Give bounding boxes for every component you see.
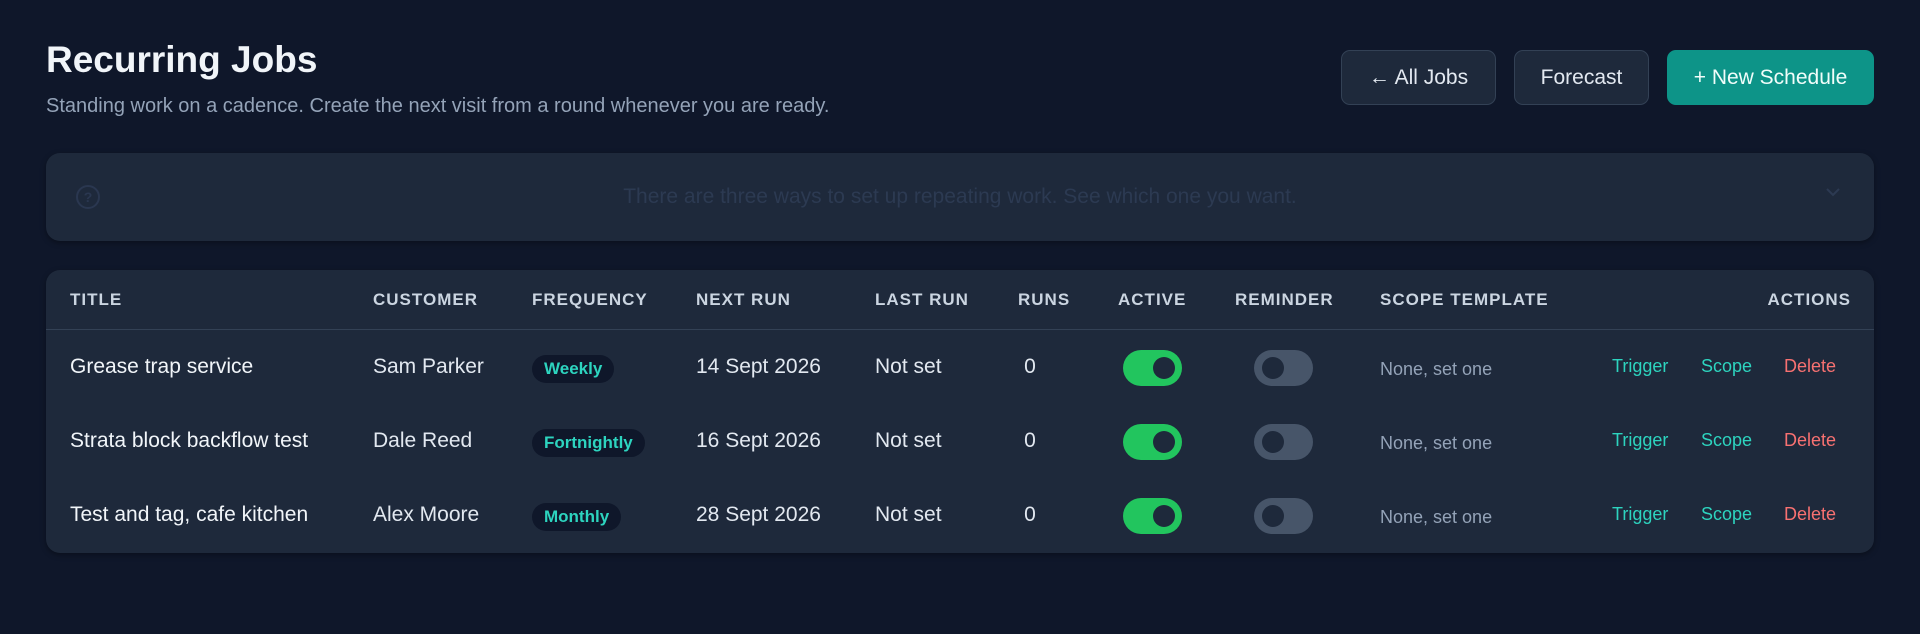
- info-banner[interactable]: ? There are three ways to set up repeati…: [46, 153, 1874, 241]
- reminder-toggle[interactable]: [1254, 350, 1313, 386]
- frequency-badge: Weekly: [532, 355, 615, 383]
- trigger-button[interactable]: Trigger: [1612, 504, 1668, 525]
- chevron-down-icon[interactable]: [1824, 183, 1842, 201]
- delete-button[interactable]: Delete: [1784, 504, 1836, 525]
- forecast-button[interactable]: Forecast: [1514, 50, 1649, 105]
- column-header-title: Title: [70, 290, 123, 309]
- toggle-knob: [1153, 431, 1175, 453]
- toggle-knob: [1262, 431, 1284, 453]
- job-title: Grease trap service: [70, 355, 254, 378]
- table-row: Strata block backflow test Dale Reed For…: [46, 404, 1874, 478]
- column-header-actions: Actions: [1767, 290, 1851, 309]
- scope-button[interactable]: Scope: [1701, 356, 1752, 377]
- runs-count: 0: [1024, 355, 1036, 378]
- page-header: Recurring Jobs Standing work on a cadenc…: [46, 38, 1874, 118]
- delete-button[interactable]: Delete: [1784, 430, 1836, 451]
- scope-template-value: None, set one: [1380, 507, 1493, 527]
- job-title: Strata block backflow test: [70, 429, 309, 452]
- scope-template-value: None, set one: [1380, 359, 1493, 379]
- toggle-knob: [1262, 357, 1284, 379]
- scope-button[interactable]: Scope: [1701, 504, 1752, 525]
- customer-name: Alex Moore: [373, 503, 480, 526]
- next-run-date: 14 Sept 2026: [696, 355, 821, 378]
- column-header-customer: Customer: [373, 290, 478, 309]
- customer-name: Dale Reed: [373, 429, 473, 452]
- column-header-runs: Runs: [1018, 290, 1071, 309]
- column-header-reminder: Reminder: [1235, 290, 1334, 309]
- last-run-date: Not set: [875, 429, 942, 452]
- next-run-date: 28 Sept 2026: [696, 503, 821, 526]
- trigger-button[interactable]: Trigger: [1612, 356, 1668, 377]
- job-title: Test and tag, cafe kitchen: [70, 503, 309, 526]
- frequency-badge: Monthly: [532, 503, 622, 531]
- delete-button[interactable]: Delete: [1784, 356, 1836, 377]
- info-banner-text: There are three ways to set up repeating…: [623, 185, 1297, 208]
- next-run-date: 16 Sept 2026: [696, 429, 821, 452]
- frequency-badge: Fortnightly: [532, 429, 645, 457]
- column-header-last-run: Last Run: [875, 290, 969, 309]
- recurring-jobs-table: Title Customer Frequency Next Run Last R…: [46, 270, 1874, 553]
- trigger-button[interactable]: Trigger: [1612, 430, 1668, 451]
- customer-name: Sam Parker: [373, 355, 484, 378]
- header-actions: ← All Jobs Forecast + New Schedule: [1341, 50, 1874, 105]
- last-run-date: Not set: [875, 503, 942, 526]
- toggle-knob: [1262, 505, 1284, 527]
- table-row: Grease trap service Sam Parker Weekly 14…: [46, 330, 1874, 404]
- toggle-knob: [1153, 505, 1175, 527]
- scope-template-value: None, set one: [1380, 433, 1493, 453]
- runs-count: 0: [1024, 503, 1036, 526]
- column-header-active: Active: [1118, 290, 1187, 309]
- column-header-next-run: Next Run: [696, 290, 791, 309]
- reminder-toggle[interactable]: [1254, 498, 1313, 534]
- last-run-date: Not set: [875, 355, 942, 378]
- table-row: Test and tag, cafe kitchen Alex Moore Mo…: [46, 478, 1874, 552]
- table-header: Title Customer Frequency Next Run Last R…: [46, 270, 1874, 330]
- all-jobs-button[interactable]: ← All Jobs: [1341, 50, 1496, 105]
- scope-button[interactable]: Scope: [1701, 430, 1752, 451]
- toggle-knob: [1153, 357, 1175, 379]
- active-toggle[interactable]: [1123, 424, 1182, 460]
- reminder-toggle[interactable]: [1254, 424, 1313, 460]
- new-schedule-button[interactable]: + New Schedule: [1667, 50, 1874, 105]
- column-header-frequency: Frequency: [532, 290, 648, 309]
- runs-count: 0: [1024, 429, 1036, 452]
- column-header-scope-template: Scope Template: [1380, 290, 1549, 309]
- active-toggle[interactable]: [1123, 498, 1182, 534]
- active-toggle[interactable]: [1123, 350, 1182, 386]
